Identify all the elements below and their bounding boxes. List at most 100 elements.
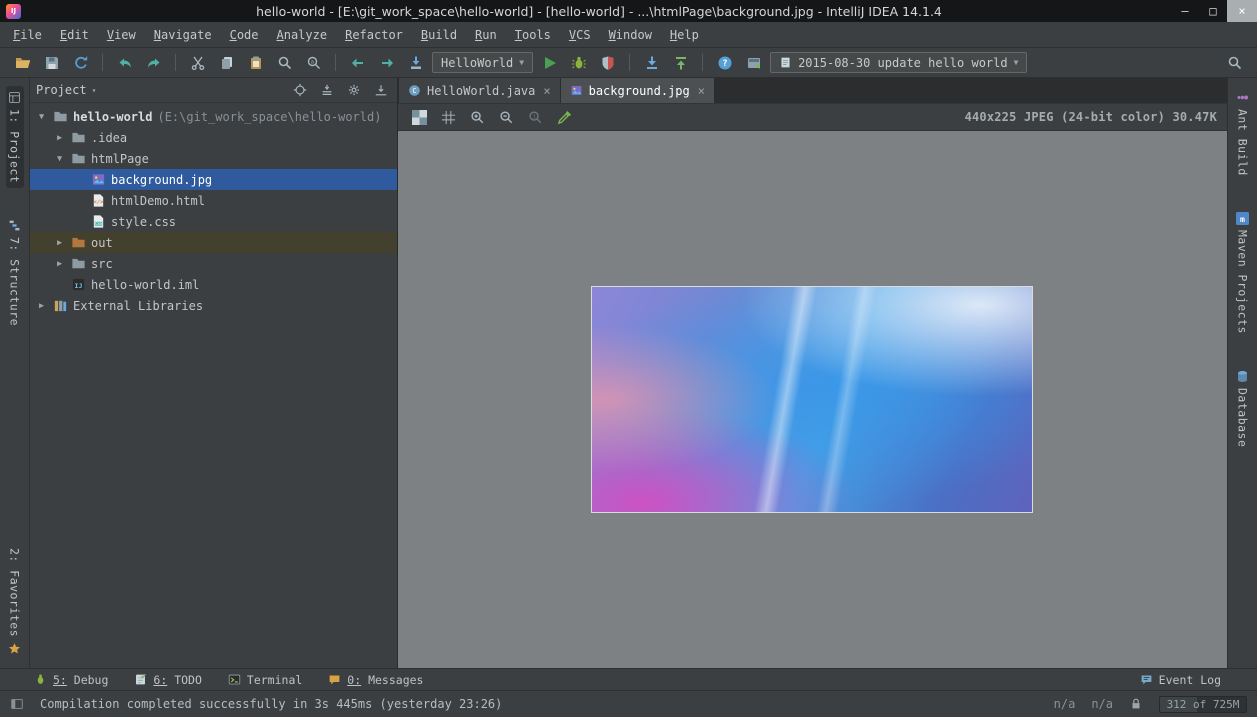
actual-size-button[interactable]: 1 <box>524 106 547 128</box>
toolwindow-database-button[interactable]: Database <box>1234 365 1252 452</box>
run-config-combo[interactable]: HelloWorld ▼ <box>432 52 533 73</box>
left-tool-stripe: 1: Project 7: Structure 2: Favorites <box>0 78 30 668</box>
task-combo[interactable]: 2015-08-30 update hello world ▼ <box>770 52 1027 73</box>
toolwindow-todo-button[interactable]: 6: TODO <box>134 673 201 687</box>
tree-row-project-root[interactable]: ▼ hello-world (E:\git_work_space\hello-w… <box>30 106 397 127</box>
tree-row-src[interactable]: ▶ src <box>30 253 397 274</box>
expand-arrow-icon[interactable]: ▼ <box>36 112 47 122</box>
debug-button[interactable] <box>566 51 591 75</box>
menu-code[interactable]: Code <box>221 24 268 46</box>
maximize-button[interactable]: □ <box>1199 0 1227 22</box>
paste-button[interactable] <box>243 51 268 75</box>
zoom-out-icon <box>499 110 514 125</box>
tree-row-background-jpg[interactable]: background.jpg <box>30 169 397 190</box>
toolwindow-favorites-label: 2: Favorites <box>8 548 22 637</box>
tab-helloworld-java[interactable]: C HelloWorld.java × <box>399 78 561 103</box>
menu-navigate[interactable]: Navigate <box>145 24 221 46</box>
scroll-from-source-button[interactable] <box>290 80 310 100</box>
find-button[interactable] <box>272 51 297 75</box>
open-file-button[interactable] <box>10 51 35 75</box>
menu-view[interactable]: View <box>98 24 145 46</box>
tree-row-iml[interactable]: IJ hello-world.iml <box>30 274 397 295</box>
menu-analyze[interactable]: Analyze <box>268 24 337 46</box>
save-all-button[interactable] <box>39 51 64 75</box>
tree-row-htmlpage[interactable]: ▼ htmlPage <box>30 148 397 169</box>
minimize-button[interactable]: – <box>1171 0 1199 22</box>
event-log-button[interactable]: Event Log <box>1140 673 1221 687</box>
toolwindow-maven-button[interactable]: m Maven Projects <box>1234 207 1252 339</box>
expand-arrow-icon[interactable]: ▶ <box>36 301 47 311</box>
menu-window[interactable]: Window <box>600 24 661 46</box>
target-icon <box>293 83 307 97</box>
menu-build[interactable]: Build <box>412 24 466 46</box>
tab-background-jpg[interactable]: background.jpg × <box>561 78 715 103</box>
coverage-button[interactable] <box>595 51 620 75</box>
menu-edit[interactable]: Edit <box>51 24 98 46</box>
undo-arrow-icon <box>117 55 133 71</box>
toolwindow-favorites-button[interactable]: 2: Favorites <box>6 543 24 660</box>
back-button[interactable] <box>345 51 370 75</box>
undo-button[interactable] <box>112 51 137 75</box>
menu-vcs[interactable]: VCS <box>560 24 600 46</box>
replace-button[interactable]: a <box>301 51 326 75</box>
menu-help[interactable]: Help <box>661 24 708 46</box>
toolwindow-debug-button[interactable]: 5: Debug <box>34 673 108 687</box>
svg-text:a: a <box>310 59 313 65</box>
search-icon <box>1227 55 1243 71</box>
toolwindow-structure-label: 7: Structure <box>8 237 22 326</box>
toolwindow-terminal-button[interactable]: Terminal <box>228 673 302 687</box>
forward-button[interactable] <box>374 51 399 75</box>
expand-arrow-icon[interactable]: ▶ <box>54 259 65 269</box>
toolwindow-structure-button[interactable]: 7: Structure <box>6 214 24 331</box>
toolwindow-database-label: Database <box>1236 388 1250 447</box>
tree-row-htmldemo-html[interactable]: </> htmlDemo.html <box>30 190 397 211</box>
lock-icon <box>1129 697 1143 711</box>
toolwindow-messages-label: 0: Messages <box>347 673 423 687</box>
zoom-in-button[interactable] <box>466 106 489 128</box>
close-button[interactable]: × <box>1227 0 1257 22</box>
highlighting-level-button[interactable] <box>1129 697 1143 711</box>
svg-text:CSS: CSS <box>94 221 102 226</box>
close-icon[interactable]: × <box>543 84 550 98</box>
toolwindow-project-button[interactable]: 1: Project <box>6 86 24 188</box>
collapse-all-button[interactable] <box>317 80 337 100</box>
memory-indicator[interactable]: 312 of 725M <box>1159 696 1247 713</box>
run-config-label: HelloWorld <box>441 56 513 70</box>
vcs-update-button[interactable] <box>639 51 664 75</box>
tree-row-idea[interactable]: ▶ .idea <box>30 127 397 148</box>
intellij-logo-icon[interactable]: IJ <box>6 4 21 19</box>
menu-run[interactable]: Run <box>466 24 506 46</box>
zoom-out-button[interactable] <box>495 106 518 128</box>
toolwindow-ant-button[interactable]: Ant Build <box>1234 86 1252 181</box>
vcs-commit-button[interactable] <box>668 51 693 75</box>
svg-text:?: ? <box>722 59 727 69</box>
expand-arrow-icon[interactable]: ▶ <box>54 238 65 248</box>
panel-settings-button[interactable] <box>344 80 364 100</box>
cut-button[interactable] <box>185 51 210 75</box>
expand-arrow-icon[interactable]: ▼ <box>54 154 65 164</box>
menu-refactor[interactable]: Refactor <box>336 24 412 46</box>
menu-tools[interactable]: Tools <box>506 24 560 46</box>
project-view-combo[interactable]: Project ▾ <box>36 83 96 97</box>
tree-row-external-libraries[interactable]: ▶ External Libraries <box>30 295 397 316</box>
hide-panel-button[interactable] <box>371 80 391 100</box>
run-button[interactable] <box>537 51 562 75</box>
menu-file[interactable]: File <box>4 24 51 46</box>
make-project-button[interactable] <box>403 51 428 75</box>
tree-row-style-css[interactable]: CSS style.css <box>30 211 397 232</box>
toolwindow-messages-button[interactable]: 0: Messages <box>328 673 423 687</box>
search-everywhere-button[interactable] <box>1222 51 1247 75</box>
window-button[interactable] <box>741 51 766 75</box>
transparency-toggle-button[interactable] <box>408 106 431 128</box>
tree-row-out[interactable]: ▶ out <box>30 232 397 253</box>
editor-area: C HelloWorld.java × background.jpg × 1 4… <box>398 78 1227 668</box>
toolwindow-toggle-button[interactable] <box>10 697 24 711</box>
grid-toggle-button[interactable] <box>437 106 460 128</box>
copy-button[interactable] <box>214 51 239 75</box>
color-picker-button[interactable] <box>553 106 576 128</box>
synchronize-button[interactable] <box>68 51 93 75</box>
expand-arrow-icon[interactable]: ▶ <box>54 133 65 143</box>
close-icon[interactable]: × <box>698 84 705 98</box>
redo-button[interactable] <box>141 51 166 75</box>
help-button[interactable]: ? <box>712 51 737 75</box>
